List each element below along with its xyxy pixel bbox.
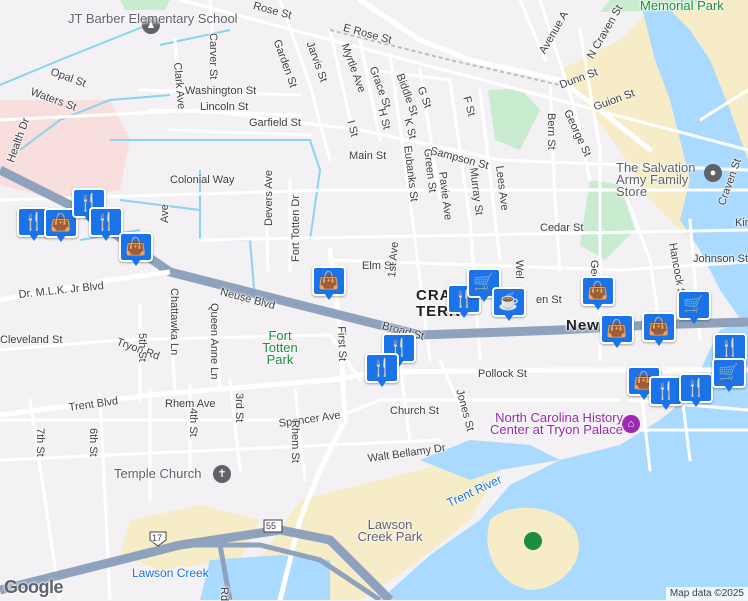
map-marker[interactable]: 🍴 (89, 207, 123, 243)
map-marker[interactable]: 🛒 (712, 358, 746, 394)
map-marker[interactable]: 🍴 (649, 376, 683, 412)
coffee-cup-icon: ☕ (492, 287, 526, 317)
street-label: Church St (390, 405, 439, 417)
street-label: Devers Ave (263, 169, 275, 226)
street-label: 6th St (87, 428, 99, 457)
map-marker[interactable]: 👜 (642, 312, 676, 348)
store-icon[interactable]: ● (704, 164, 722, 182)
street-label: 4th St (187, 408, 199, 437)
grocery-cart-icon: 🛒 (677, 290, 711, 320)
street-label: Wel (513, 260, 525, 279)
creek-label: Lawson Creek (132, 566, 209, 580)
street-label: Lincoln St (200, 101, 249, 113)
fort-totten-park-label[interactable]: Fort Totten Park (250, 329, 310, 366)
street-label: Garfield St (249, 117, 301, 129)
restaurant-icon: 🍴 (365, 353, 399, 383)
park-area (120, 0, 170, 10)
street-label: Chattawka Ln (168, 288, 180, 356)
street-label: Rd (218, 587, 230, 601)
street-label: Carver St (207, 33, 219, 80)
lawson-creek-park-label[interactable]: Lawson Creek Park (350, 518, 430, 543)
shield-17-label: 17 (152, 533, 163, 543)
street-label: Rhem St (289, 420, 301, 463)
shopping-bag-icon: 👜 (119, 232, 153, 262)
google-logo: Google (4, 577, 64, 597)
street-label: Cedar St (540, 222, 584, 234)
shopping-bag-icon: 👜 (581, 276, 615, 306)
street-label: 5th St (136, 333, 148, 362)
street-label: Bern St (545, 113, 557, 150)
map-attribution[interactable]: Map data ©2025 (665, 587, 748, 600)
street-label: Kin (735, 217, 748, 229)
shopping-bag-icon: 👜 (600, 314, 634, 344)
map-marker[interactable]: 🛒 (677, 290, 711, 326)
shopping-bag-icon: 👜 (312, 266, 346, 296)
map-marker[interactable]: 🍴 (679, 373, 713, 409)
restaurant-icon: 🍴 (649, 376, 683, 406)
street-label: Queen Anne Ln (208, 303, 220, 380)
street-label: 7th St (34, 428, 46, 457)
street-label: Johnson St (693, 253, 748, 265)
street-label: Rhem Ave (165, 398, 216, 410)
school-icon[interactable]: ▲ (142, 16, 160, 34)
street-label: en St (536, 294, 562, 306)
street-label: First St (335, 326, 349, 362)
restaurant-icon: 🍴 (679, 373, 713, 403)
street-label: Cleveland St (0, 334, 63, 346)
city-label: New (566, 317, 600, 334)
restaurant-icon: 🍴 (89, 207, 123, 237)
map-marker[interactable]: 🍴 (365, 353, 399, 389)
street-label: Colonial Way (170, 174, 235, 186)
map-marker[interactable]: 👜 (600, 314, 634, 350)
history-center-label[interactable]: North Carolina History Center at Tryon P… (478, 411, 623, 436)
street-label: Washington St (185, 85, 257, 97)
museum-icon[interactable]: ⌂ (622, 415, 640, 433)
shopping-bag-icon: 👜 (642, 312, 676, 342)
map-marker[interactable]: 👜 (119, 232, 153, 268)
grocery-cart-icon: 🛒 (712, 358, 746, 388)
map-marker[interactable]: 👜 (581, 276, 615, 312)
street-label: Fort Totten Dr (290, 194, 302, 262)
map-marker[interactable]: ☕ (492, 287, 526, 323)
church-icon[interactable]: ✝ (213, 465, 231, 483)
street-label: Main St (349, 150, 387, 162)
shield-55-label: 55 (266, 521, 277, 531)
map-marker[interactable]: 👜 (312, 266, 346, 302)
street-label: Pollock St (478, 368, 527, 380)
street-label: 3rd St (233, 393, 245, 423)
memorial-park-label[interactable]: Memorial Park (640, 0, 724, 12)
temple-church-label[interactable]: Temple Church (114, 467, 201, 480)
salvation-army-label[interactable]: The Salvation Army Family Store (616, 161, 716, 198)
street-label: Ave (159, 204, 171, 223)
